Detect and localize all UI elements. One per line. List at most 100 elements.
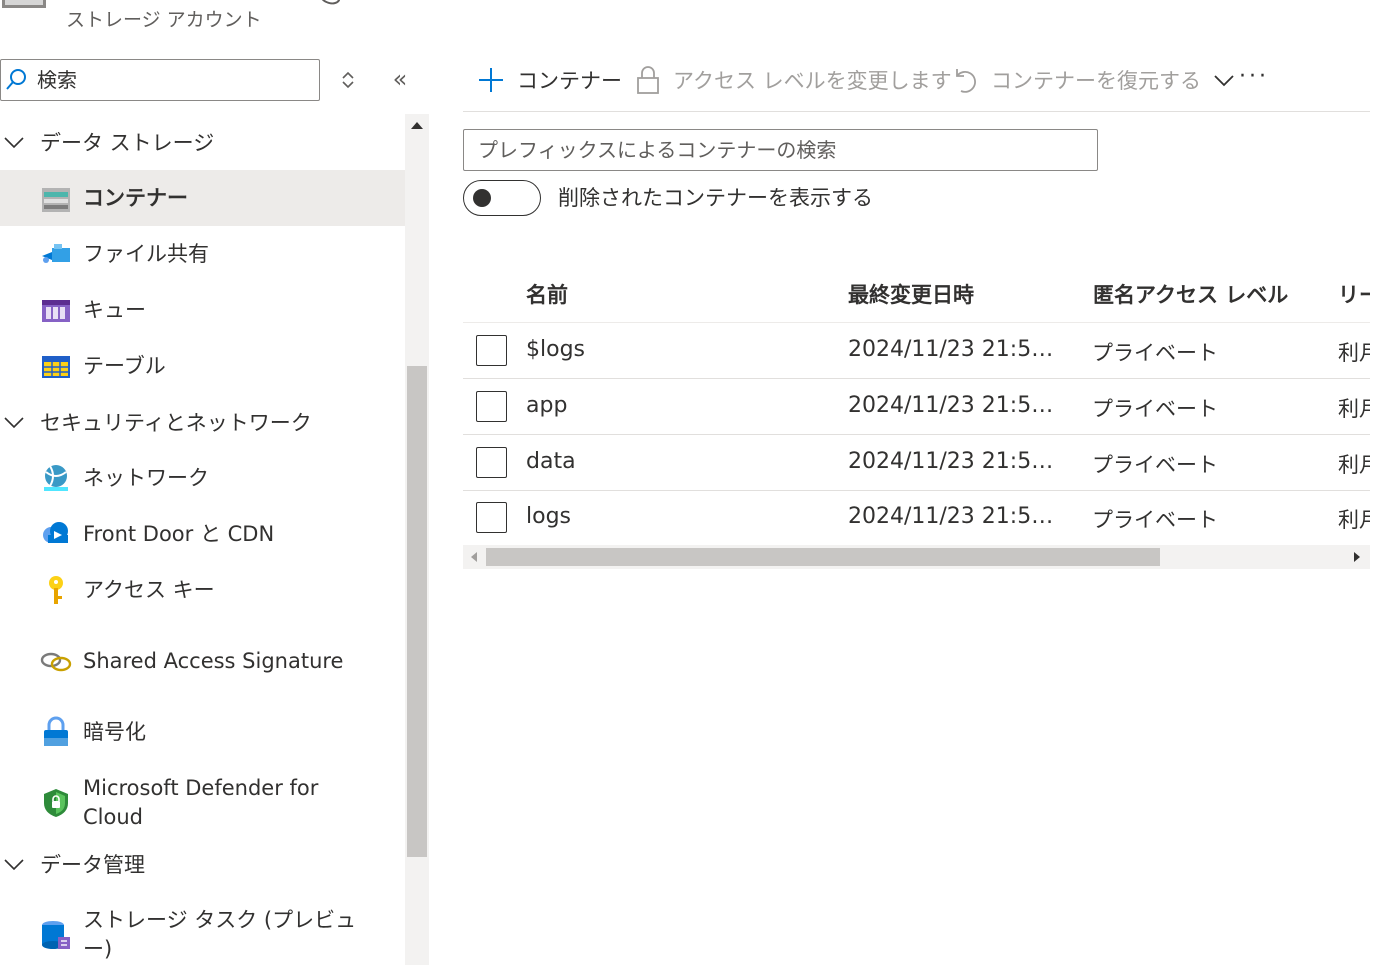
chevron-down-icon [4,137,24,149]
shield-icon [44,789,68,817]
column-header-last-modified[interactable]: 最終変更日時 [848,279,974,309]
table-row[interactable]: logs 2024/11/23 21:5… プライベート 利月 [463,490,1370,546]
sidebar-item-label: Shared Access Signature [83,648,344,673]
sidebar-item-containers[interactable]: コンテナー [0,170,405,226]
show-deleted-toggle[interactable] [463,180,541,216]
sort-toggle-icon[interactable] [334,66,362,94]
lock-icon [637,66,659,94]
sidebar-item-shared-access-signature[interactable]: Shared Access Signature [0,618,405,704]
add-container-label: コンテナー [517,69,622,93]
lease-state: 利月 [1338,508,1370,532]
scroll-right-arrow-icon[interactable] [1354,552,1360,562]
storage-tasks-icon [42,921,70,949]
page-subtitle: ストレージ アカウント [66,9,262,31]
more-actions-button[interactable]: ··· [1239,64,1269,89]
nav-group-security-networking[interactable]: セキュリティとネットワーク [0,394,405,450]
table-row[interactable]: app 2024/11/23 21:5… プライベート 利月 [463,379,1370,435]
chevron-down-icon [4,859,24,871]
last-modified: 2024/11/23 21:5… [848,504,1054,529]
sidebar-item-access-keys[interactable]: アクセス キー [0,562,405,618]
nav-group-data-management[interactable]: データ管理 [0,836,405,892]
chevron-down-icon [1214,75,1234,87]
toggle-knob [473,189,491,207]
access-level: プライベート [1092,453,1218,477]
title-fragment [316,0,344,8]
storage-account-icon [2,0,46,8]
sidebar-scrollbar[interactable] [405,114,429,965]
sidebar-item-label: ストレージ タスク (プレビュー) [83,908,357,961]
prefix-search-input[interactable] [478,136,1078,164]
container-name[interactable]: $logs [526,337,585,362]
sidebar-search[interactable] [0,59,320,101]
row-checkbox[interactable] [476,391,507,422]
search-input[interactable] [37,66,307,94]
sidebar-item-defender[interactable]: Microsoft Defender for Cloud [0,760,405,846]
restore-container-label: コンテナーを復元する [991,69,1201,93]
scroll-up-arrow-icon[interactable] [411,122,423,129]
nav-group-data-storage[interactable]: データ ストレージ [0,114,405,170]
nav-group-label: データ管理 [40,853,145,877]
sidebar-item-label: 暗号化 [83,719,146,744]
access-level: プライベート [1092,508,1218,532]
sidebar-item-label: キュー [83,297,146,322]
container-name[interactable]: app [526,393,567,418]
change-access-level-label: アクセス レベルを変更します [673,69,952,93]
add-container-button[interactable]: コンテナー [477,56,622,104]
row-checkbox[interactable] [476,502,507,533]
undo-icon [956,69,976,93]
containers-table: 名前 最終変更日時 匿名アクセス レベル リー $logs 2024/11/23… [463,265,1370,570]
queue-icon [42,300,70,322]
restore-container-button[interactable]: コンテナーを復元する [951,56,1235,104]
sidebar-item-label: テーブル [83,353,166,378]
sidebar-item-label: ファイル共有 [83,241,209,266]
plus-icon [479,68,503,92]
access-level: プライベート [1092,397,1218,421]
key-icon [49,576,63,604]
chevron-down-icon [4,417,24,429]
file-share-icon [42,244,70,263]
table-row[interactable]: data 2024/11/23 21:5… プライベート 利月 [463,435,1370,491]
container-name[interactable]: logs [526,504,571,529]
lock-icon [44,716,68,746]
lease-state: 利月 [1338,341,1370,365]
nav-group-label: データ ストレージ [40,131,215,155]
scrollbar-thumb[interactable] [486,548,1160,566]
command-bar: コンテナー アクセス レベルを変更します コンテナーを復元する ··· [463,56,1370,112]
table-horizontal-scrollbar[interactable] [463,545,1370,569]
front-door-cloud-icon [43,522,68,543]
sidebar-item-storage-tasks[interactable]: ストレージ タスク (プレビュー) [0,892,405,965]
search-icon [6,69,26,90]
last-modified: 2024/11/23 21:5… [848,337,1054,362]
sidebar-item-networking[interactable]: ネットワーク [0,450,405,506]
scroll-left-arrow-icon[interactable] [471,552,477,562]
access-level: プライベート [1092,341,1218,365]
change-access-level-button[interactable]: アクセス レベルを変更します [635,56,952,104]
sidebar-item-front-door-cdn[interactable]: Front Door と CDN [0,506,405,562]
container-name[interactable]: data [526,449,576,474]
row-checkbox[interactable] [476,335,507,366]
sidebar-nav: データ ストレージ コンテナー ファイル共有 キュー テーブル セキュリティとネ… [0,114,405,965]
last-modified: 2024/11/23 21:5… [848,393,1054,418]
row-checkbox[interactable] [476,447,507,478]
table-row[interactable]: $logs 2024/11/23 21:5… プライベート 利月 [463,323,1370,379]
sidebar-item-label: Front Door と CDN [83,521,275,546]
column-header-name[interactable]: 名前 [526,279,568,309]
scrollbar-thumb[interactable] [407,366,427,857]
nav-group-label: セキュリティとネットワーク [40,411,312,435]
lease-state: 利月 [1338,453,1370,477]
show-deleted-label: 削除されたコンテナーを表示する [558,186,873,210]
link-icon [40,652,72,672]
sidebar-item-encryption[interactable]: 暗号化 [0,704,405,760]
sidebar-item-label: アクセス キー [83,577,215,602]
lease-state: 利月 [1338,397,1370,421]
column-header-lease-state[interactable]: リー [1338,279,1370,309]
sidebar-item-file-shares[interactable]: ファイル共有 [0,226,405,282]
sidebar-item-tables[interactable]: テーブル [0,338,405,394]
container-icon [42,188,70,212]
column-header-access-level[interactable]: 匿名アクセス レベル [1093,279,1288,309]
sidebar-item-queues[interactable]: キュー [0,282,405,338]
collapse-sidebar-button[interactable]: « [384,62,416,96]
container-prefix-search[interactable] [463,129,1098,171]
network-globe-icon [44,465,68,491]
last-modified: 2024/11/23 21:5… [848,449,1054,474]
